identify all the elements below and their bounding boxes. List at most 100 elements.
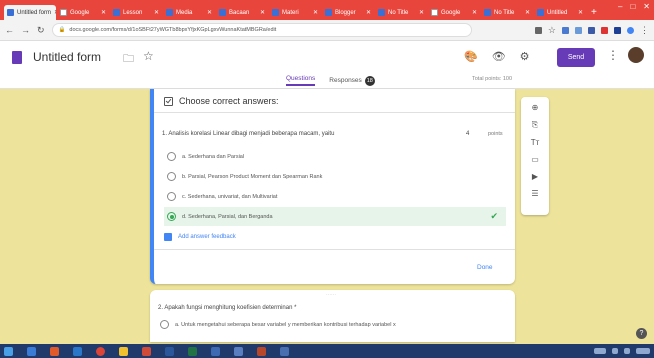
taskbar-app-icon[interactable] [280,346,289,356]
chrome-icon[interactable] [96,346,105,356]
folder-icon[interactable]: 🗀 [123,50,134,69]
minimize-button[interactable]: – [618,2,622,11]
close-tab-icon[interactable]: ✕ [525,9,530,16]
browser-tab[interactable]: Lesson ✕ [110,5,162,20]
close-tab-icon[interactable]: ✕ [366,9,371,16]
browser-tab[interactable]: No Title ✕ [375,5,427,20]
taskbar-app-icon[interactable] [50,346,59,356]
browser-tab-label: Bacaan [229,9,250,16]
question-card-2[interactable]: ⋯⋯ 2. Apakah fungsi menghitung koefisien… [150,290,515,342]
tray-icon[interactable] [594,348,606,354]
browser-tab-label: Google [70,9,90,16]
extension-icon[interactable] [534,26,542,34]
drag-handle-icon[interactable]: ⋯⋯ [326,292,336,298]
option-c[interactable]: c. Sederhana, univariat, dan Multivariat [164,187,506,206]
close-tab-icon[interactable]: ✕ [313,9,318,16]
taskbar-app-icon[interactable] [142,346,151,356]
close-tab-icon[interactable]: ✕ [260,9,265,16]
profile-icon[interactable] [627,26,634,34]
url-bar[interactable]: 🔒 docs.google.com/forms/d/1oSBFt27yWGTb8… [51,23,472,37]
close-tab-icon[interactable]: ✕ [419,9,424,16]
browser-menu-icon[interactable]: ⋮ [640,25,649,36]
avatar[interactable] [628,47,644,63]
option-d-correct[interactable]: d. Sederhana, Parsial, dan Berganda ✔ [164,207,506,226]
add-feedback-link[interactable]: Add answer feedback [164,233,236,241]
browser-tab-label: Untitled form [17,9,52,16]
browser-tab-label: Lesson [123,9,143,16]
add-image-icon[interactable]: ▭ [531,155,539,164]
browser-tab-label: Google [441,9,461,16]
radio-icon [167,152,176,161]
maximize-button[interactable]: □ [630,2,635,11]
word-icon[interactable] [165,346,174,356]
forms-header: Untitled form 🗀 ☆ 🎨 👁 ⚙ Send ⋮ Questions… [0,41,654,89]
form-tabs: Questions Responses 18 [286,75,375,86]
clock[interactable] [636,348,650,354]
close-tab-icon[interactable]: ✕ [101,9,106,16]
palette-icon[interactable]: 🎨 [464,50,478,63]
option-a[interactable]: a. Untuk mengetahui seberapa besar varia… [160,320,396,329]
taskbar-app-icon[interactable] [119,346,128,356]
extension-icon[interactable] [601,26,608,34]
extension-icon[interactable] [575,26,582,34]
points-input[interactable]: 4 [466,131,469,137]
taskbar-app-icon[interactable] [73,346,82,356]
close-tab-icon[interactable]: ✕ [54,9,56,16]
forward-icon[interactable]: → [21,25,30,35]
browser-tab[interactable]: No Title ✕ [481,5,533,20]
back-icon[interactable]: ← [5,25,14,35]
browser-tab[interactable]: Media ✕ [163,5,215,20]
close-tab-icon[interactable]: ✕ [207,9,212,16]
option-a[interactable]: a. Sederhana dan Parsial [164,147,506,166]
close-tab-icon[interactable]: ✕ [578,9,583,16]
question-text: 1. Analisis korelasi Linear dibagi menja… [162,131,335,137]
browser-tab[interactable]: Google ✕ [428,5,480,20]
add-section-icon[interactable]: ☰ [531,189,538,198]
taskbar-app-icon[interactable] [27,346,36,356]
add-question-icon[interactable]: ⊕ [532,103,539,112]
taskbar-app-icon[interactable] [211,346,220,356]
star-icon[interactable]: ☆ [143,49,154,63]
new-tab-button[interactable]: + [587,5,601,20]
browser-tab[interactable]: Materi ✕ [269,5,321,20]
answer-key-header: Choose correct answers: [164,96,279,106]
browser-tab[interactable]: Untitled form✕ [4,5,56,20]
add-title-icon[interactable]: Tт [531,138,540,147]
browser-tab[interactable]: Google ✕ [57,5,109,20]
start-icon[interactable] [4,346,13,356]
divider [154,112,515,113]
extension-icon[interactable] [588,26,595,34]
help-icon[interactable]: ? [636,328,647,339]
preview-eye-icon[interactable]: 👁 [492,50,506,63]
tray-icon[interactable] [624,348,630,354]
import-questions-icon[interactable]: ⎘ [532,120,538,130]
tab-responses[interactable]: Responses 18 [329,75,375,86]
option-b[interactable]: b. Parsial, Pearson Product Moment dan S… [164,167,506,186]
extension-icon[interactable] [562,26,569,34]
extension-icon[interactable] [614,26,621,34]
browser-tab[interactable]: Bacaan ✕ [216,5,268,20]
settings-gear-icon[interactable]: ⚙ [520,50,530,63]
tab-strip: Untitled form✕Google✕Lesson✕Media✕Bacaan… [4,5,587,20]
taskbar-app-icon[interactable] [234,346,243,356]
bookmark-star-icon[interactable]: ☆ [548,25,556,36]
tab-questions[interactable]: Questions [286,75,316,86]
browser-tab[interactable]: Blogger ✕ [322,5,374,20]
favicon-icon [272,9,279,16]
more-vert-icon[interactable]: ⋮ [607,48,619,62]
reload-icon[interactable]: ↻ [37,25,45,36]
browser-tab[interactable]: Untitled ✕ [534,5,586,20]
send-button[interactable]: Send [557,48,595,67]
favicon-icon [325,9,332,16]
close-tab-icon[interactable]: ✕ [154,9,159,16]
form-title[interactable]: Untitled form [33,50,101,64]
question-card-1[interactable]: Choose correct answers: 1. Analisis kore… [150,89,515,284]
close-window-button[interactable]: ✕ [643,2,650,11]
excel-icon[interactable] [188,346,197,356]
done-button[interactable]: Done [477,264,493,271]
tray-icon[interactable] [612,348,618,354]
close-tab-icon[interactable]: ✕ [472,9,477,16]
powerpoint-icon[interactable] [257,346,266,356]
add-video-icon[interactable]: ▶ [532,172,538,181]
favicon-icon [484,9,491,16]
